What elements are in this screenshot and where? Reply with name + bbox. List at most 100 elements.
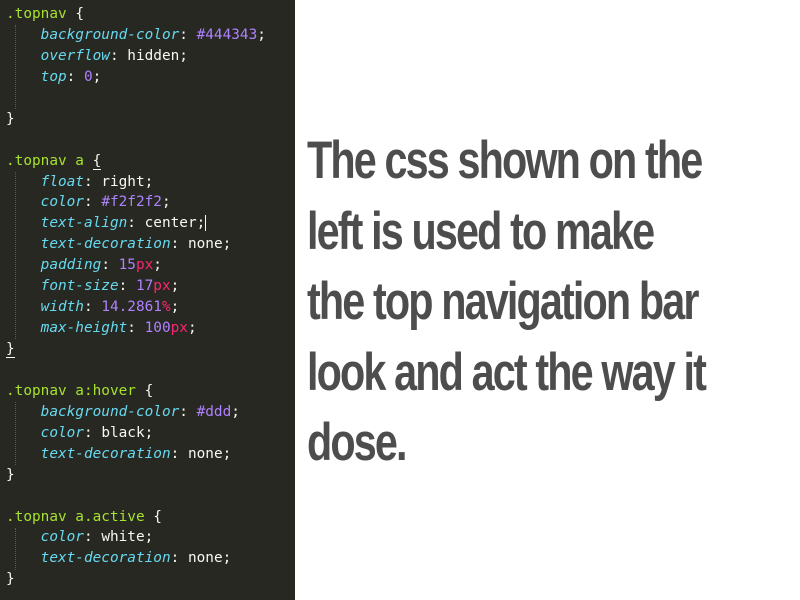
indent-guide <box>15 527 16 570</box>
close-brace: } <box>6 341 15 358</box>
semicolon: ; <box>170 299 180 316</box>
open-brace: { <box>153 508 162 525</box>
code-line: text-decoration: none; <box>6 444 266 465</box>
css-property: width <box>40 299 84 316</box>
colon: : <box>127 215 145 232</box>
open-brace: { <box>75 6 84 22</box>
css-property: text-align <box>40 215 128 232</box>
css-property: max-height <box>40 320 128 337</box>
css-value: px <box>170 320 188 337</box>
caption-line: look and act the way it <box>307 342 707 402</box>
semicolon: ; <box>92 68 102 85</box>
semicolon: ; <box>222 550 232 567</box>
indent-guide <box>15 402 16 465</box>
semicolon: ; <box>170 278 180 295</box>
open-brace: { <box>144 382 154 399</box>
code-line: } <box>6 109 266 130</box>
css-value: black <box>101 424 145 441</box>
semicolon: ; <box>144 424 154 441</box>
close-brace: } <box>6 466 15 483</box>
css-value: 15 <box>118 257 136 274</box>
code-line: width: 14.2861%; <box>6 297 266 318</box>
code-line: } <box>6 465 266 486</box>
code-line: } <box>6 339 266 360</box>
caption-line: The css shown on the <box>307 131 703 190</box>
colon: : <box>170 445 188 462</box>
code-text[interactable]: .topnav { background-color: #444343; ove… <box>6 4 266 590</box>
code-editor[interactable]: .topnav { background-color: #444343; ove… <box>0 0 295 600</box>
code-line: color: black; <box>6 423 266 444</box>
colon: : <box>118 278 136 295</box>
code-line: } <box>6 569 266 590</box>
code-line: .topnav a.active { <box>6 507 266 528</box>
code-line: font-size: 17px; <box>6 276 266 297</box>
semicolon: ; <box>153 257 162 274</box>
css-selector: .topnav a.active <box>6 508 145 525</box>
css-property: text-decoration <box>40 550 171 567</box>
semicolon: ; <box>257 26 266 43</box>
css-property: color <box>40 529 84 546</box>
css-property: color <box>40 424 84 441</box>
code-line: padding: 15px; <box>6 255 266 276</box>
code-line: color: white; <box>6 527 266 548</box>
close-brace: } <box>6 571 15 588</box>
css-value: none <box>187 550 223 567</box>
semicolon: ; <box>231 403 240 420</box>
colon: : <box>83 173 102 190</box>
code-line: text-decoration: none; <box>6 548 266 569</box>
code-line: float: right; <box>6 172 266 193</box>
css-value: 17 <box>135 278 154 295</box>
code-line: .topnav a { <box>6 151 266 172</box>
css-value: #f2f2f2 <box>101 194 162 211</box>
colon: : <box>83 424 102 441</box>
css-value: right <box>101 173 145 190</box>
indent-guide <box>15 171 16 340</box>
css-selector: .topnav a <box>6 152 84 169</box>
colon: : <box>66 68 84 85</box>
css-selector: .topnav <box>6 6 67 22</box>
css-value: px <box>135 257 154 274</box>
css-property: top <box>40 68 67 85</box>
code-line: .topnav { <box>6 4 266 25</box>
css-value: 14.2861 <box>101 299 162 316</box>
colon: : <box>127 320 145 337</box>
semicolon: ; <box>187 320 197 337</box>
css-property: background-color <box>40 26 180 43</box>
code-line: background-color: #444343; <box>6 25 266 46</box>
code-line: .topnav a:hover { <box>6 381 266 402</box>
indent-guide <box>15 24 16 109</box>
code-line: overflow: hidden; <box>6 46 266 67</box>
css-property: font-size <box>40 278 119 295</box>
close-brace: } <box>6 110 15 127</box>
semicolon: ; <box>144 529 154 546</box>
css-property: background-color <box>40 403 180 420</box>
css-property: padding <box>40 257 102 274</box>
code-line: top: 0; <box>6 67 266 88</box>
css-value: none <box>187 445 223 462</box>
colon: : <box>83 529 102 546</box>
semicolon: ; <box>222 236 232 253</box>
colon: : <box>170 236 188 253</box>
semicolon: ; <box>222 445 232 462</box>
code-line: text-decoration: none; <box>6 234 266 255</box>
css-property: overflow <box>40 47 110 64</box>
css-value: % <box>161 299 171 316</box>
code-line: color: #f2f2f2; <box>6 192 266 213</box>
css-value: center <box>144 215 197 232</box>
css-value: hidden <box>127 47 180 64</box>
semicolon: ; <box>144 173 154 190</box>
colon: : <box>170 550 188 567</box>
css-selector: .topnav a:hover <box>6 382 136 399</box>
code-line: background-color: #ddd; <box>6 402 266 423</box>
semicolon: ; <box>161 194 171 211</box>
semicolon: ; <box>196 215 207 232</box>
code-line: max-height: 100px; <box>6 318 266 339</box>
colon: : <box>109 47 128 64</box>
css-value: 0 <box>83 68 93 85</box>
css-property: color <box>40 194 84 211</box>
css-value: #ddd <box>196 403 232 420</box>
